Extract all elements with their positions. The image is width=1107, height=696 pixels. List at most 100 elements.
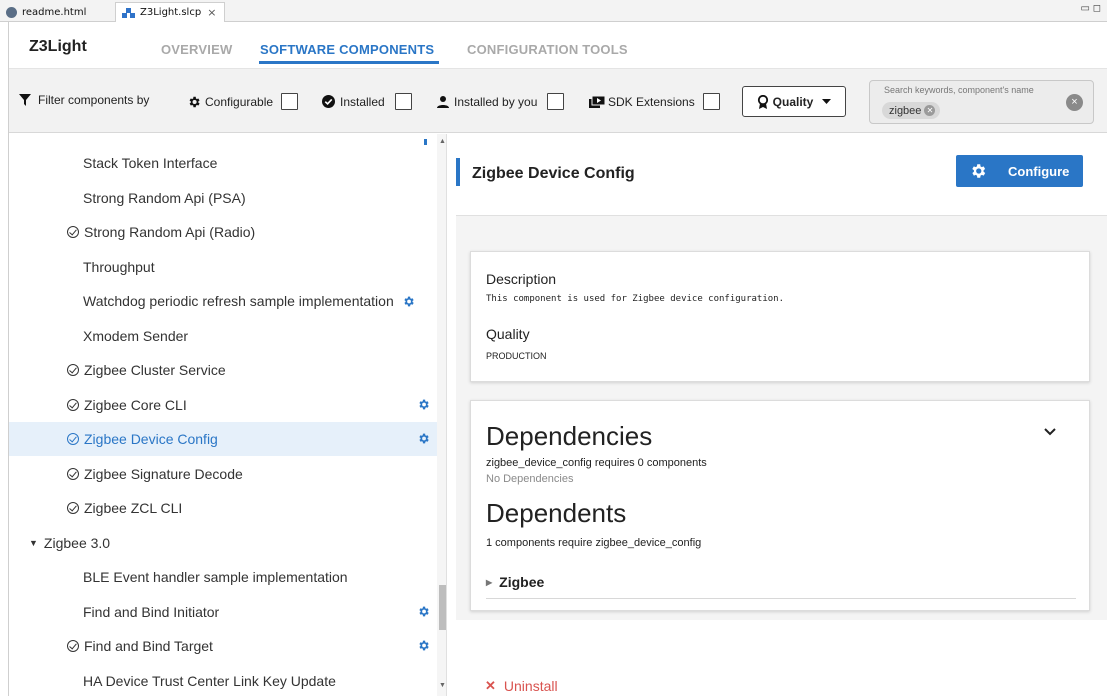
- uninstall-label: Uninstall: [503, 678, 558, 694]
- person-icon: [437, 95, 449, 108]
- search-chip[interactable]: zigbee ✕: [882, 102, 941, 119]
- filter-icon: [19, 94, 31, 106]
- extension-icon: [589, 95, 605, 108]
- dependent-item[interactable]: ▶ Zigbee: [486, 574, 544, 590]
- editor-tab-bar: readme.html Z3Light.slcp × ▭ ◻: [0, 0, 1107, 22]
- dependencies-title: Dependencies: [486, 421, 653, 451]
- component-tree: Stack Token Interface Strong Random Api (…: [9, 134, 447, 696]
- filter-bar: Filter components by Configurable Instal…: [9, 68, 1107, 133]
- tree-item-label: Zigbee Core CLI: [84, 396, 187, 413]
- globe-icon: [6, 6, 17, 18]
- gear-icon[interactable]: [402, 295, 415, 308]
- chevron-down-icon[interactable]: [1043, 427, 1057, 437]
- component-title: Zigbee Device Config: [472, 165, 635, 182]
- tree-item[interactable]: Throughput: [9, 250, 437, 284]
- tree-item[interactable]: Find and Bind Target: [9, 629, 437, 663]
- search-chip-label: zigbee: [889, 104, 922, 117]
- scroll-up-icon[interactable]: ▲: [439, 138, 446, 145]
- tree-item[interactable]: BLE Event handler sample implementation: [9, 560, 437, 594]
- editor-tab-readme[interactable]: readme.html: [0, 2, 112, 22]
- tree-item[interactable]: Zigbee Cluster Service: [9, 353, 437, 387]
- search-box[interactable]: Search keywords, component's name zigbee…: [869, 80, 1094, 124]
- expand-triangle-icon[interactable]: ▼: [29, 538, 38, 548]
- installed-check-icon: [67, 226, 79, 238]
- dependencies-card: Dependencies zigbee_device_config requir…: [470, 400, 1090, 611]
- gear-icon[interactable]: [417, 605, 430, 618]
- gear-icon: [424, 139, 427, 145]
- filter-configurable[interactable]: Configurable: [187, 93, 299, 110]
- gear-icon: [972, 164, 986, 178]
- tab-overview[interactable]: OVERVIEW: [161, 42, 232, 57]
- tree-category[interactable]: ▼ Zigbee 3.0: [9, 526, 437, 560]
- tab-software-components[interactable]: SOFTWARE COMPONENTS: [260, 42, 434, 57]
- quality-label: Quality: [486, 326, 530, 342]
- installed-by-you-checkbox[interactable]: [547, 93, 565, 110]
- tree-item-label: Zigbee ZCL CLI: [84, 500, 183, 516]
- tree-item[interactable]: Zigbee Device Config: [9, 422, 437, 456]
- scroll-down-icon[interactable]: ▼: [439, 682, 446, 689]
- tree-item[interactable]: Strong Random Api (PSA): [9, 181, 437, 215]
- tree-item[interactable]: HA Device Trust Center Link Key Update: [9, 664, 437, 696]
- chip-remove-icon[interactable]: ✕: [924, 105, 936, 116]
- installed-check-icon: [67, 640, 79, 652]
- tree-item[interactable]: Watchdog periodic refresh sample impleme…: [9, 284, 437, 318]
- configurable-checkbox[interactable]: [281, 93, 299, 110]
- installed-check-icon: [67, 364, 79, 376]
- slcp-editor: Z3Light OVERVIEW SOFTWARE COMPONENTS CON…: [8, 22, 1107, 696]
- close-icon: ✕: [485, 678, 496, 693]
- tree-item[interactable]: Find and Bind Initiator: [9, 595, 437, 629]
- configure-button[interactable]: Configure: [956, 155, 1083, 187]
- gear-icon[interactable]: [417, 398, 430, 411]
- filter-installed-by-you[interactable]: Installed by you: [437, 93, 565, 110]
- active-tab-indicator: [259, 61, 439, 64]
- sdk-extensions-checkbox[interactable]: [702, 93, 720, 110]
- tree-item[interactable]: Xmodem Sender: [9, 319, 437, 353]
- tree-item-label: Zigbee 3.0: [43, 534, 111, 551]
- tree-item[interactable]: Zigbee ZCL CLI: [9, 491, 437, 525]
- dependents-summary: 1 components require zigbee_device_confi…: [486, 537, 702, 549]
- window-controls[interactable]: ▭ ◻: [1080, 3, 1101, 14]
- tree-item-label: Xmodem Sender: [83, 327, 189, 344]
- filter-installed[interactable]: Installed: [322, 93, 412, 110]
- filter-sdk-extensions-label: SDK Extensions: [608, 94, 695, 109]
- title-accent: [456, 158, 460, 186]
- tree-item[interactable]: Stack Token Interface: [9, 146, 437, 180]
- editor-tab-z3light[interactable]: Z3Light.slcp ×: [115, 2, 225, 22]
- divider: [486, 598, 1076, 599]
- search-placeholder: Search keywords, component's name: [884, 85, 1034, 95]
- installed-check-icon: [67, 467, 79, 480]
- tree-item-label: Stack Token Interface: [83, 155, 218, 171]
- installed-check-icon: [67, 433, 79, 445]
- quality-dropdown[interactable]: Quality: [742, 86, 846, 117]
- gear-icon[interactable]: [417, 432, 430, 445]
- filter-prefix-label: Filter components by: [38, 93, 150, 107]
- tree-item-label: Throughput: [83, 258, 155, 275]
- close-icon[interactable]: ×: [207, 6, 216, 19]
- tree-item[interactable]: Zigbee Signature Decode: [9, 457, 437, 491]
- gear-icon[interactable]: [417, 639, 430, 652]
- caret-down-icon: [822, 99, 832, 104]
- tree-item-label: Watchdog periodic refresh sample impleme…: [83, 293, 394, 309]
- tree-item-label: BLE Event handler sample implementation: [83, 569, 348, 585]
- description-card: Description This component is used for Z…: [470, 251, 1090, 382]
- uninstall-button[interactable]: ✕ Uninstall: [485, 678, 558, 694]
- filter-sdk-extensions[interactable]: SDK Extensions: [589, 93, 720, 110]
- no-dependencies-text: No Dependencies: [486, 473, 574, 485]
- tree-item-label: Find and Bind Target: [84, 638, 213, 654]
- gear-icon: [189, 96, 200, 107]
- tree-item-label: Zigbee Device Config: [84, 431, 218, 447]
- description-text: This component is used for Zigbee device…: [486, 294, 785, 304]
- tab-configuration-tools[interactable]: CONFIGURATION TOOLS: [467, 42, 628, 57]
- quality-value: PRODUCTION: [486, 351, 547, 361]
- configure-button-label: Configure: [1008, 163, 1070, 179]
- dependencies-summary: zigbee_device_config requires 0 componen…: [486, 457, 707, 469]
- clear-search-icon[interactable]: ×: [1066, 94, 1083, 111]
- tree-item[interactable]: Strong Random Api (Radio): [9, 215, 437, 249]
- component-detail: Zigbee Device Config Configure Descripti…: [456, 134, 1107, 696]
- description-label: Description: [486, 271, 557, 287]
- scrollbar-thumb[interactable]: [439, 585, 446, 630]
- installed-checkbox[interactable]: [394, 93, 412, 110]
- tree-item-label: Strong Random Api (Radio): [84, 224, 256, 240]
- filter-installed-by-you-label: Installed by you: [454, 94, 538, 109]
- tree-item[interactable]: Zigbee Core CLI: [9, 388, 437, 422]
